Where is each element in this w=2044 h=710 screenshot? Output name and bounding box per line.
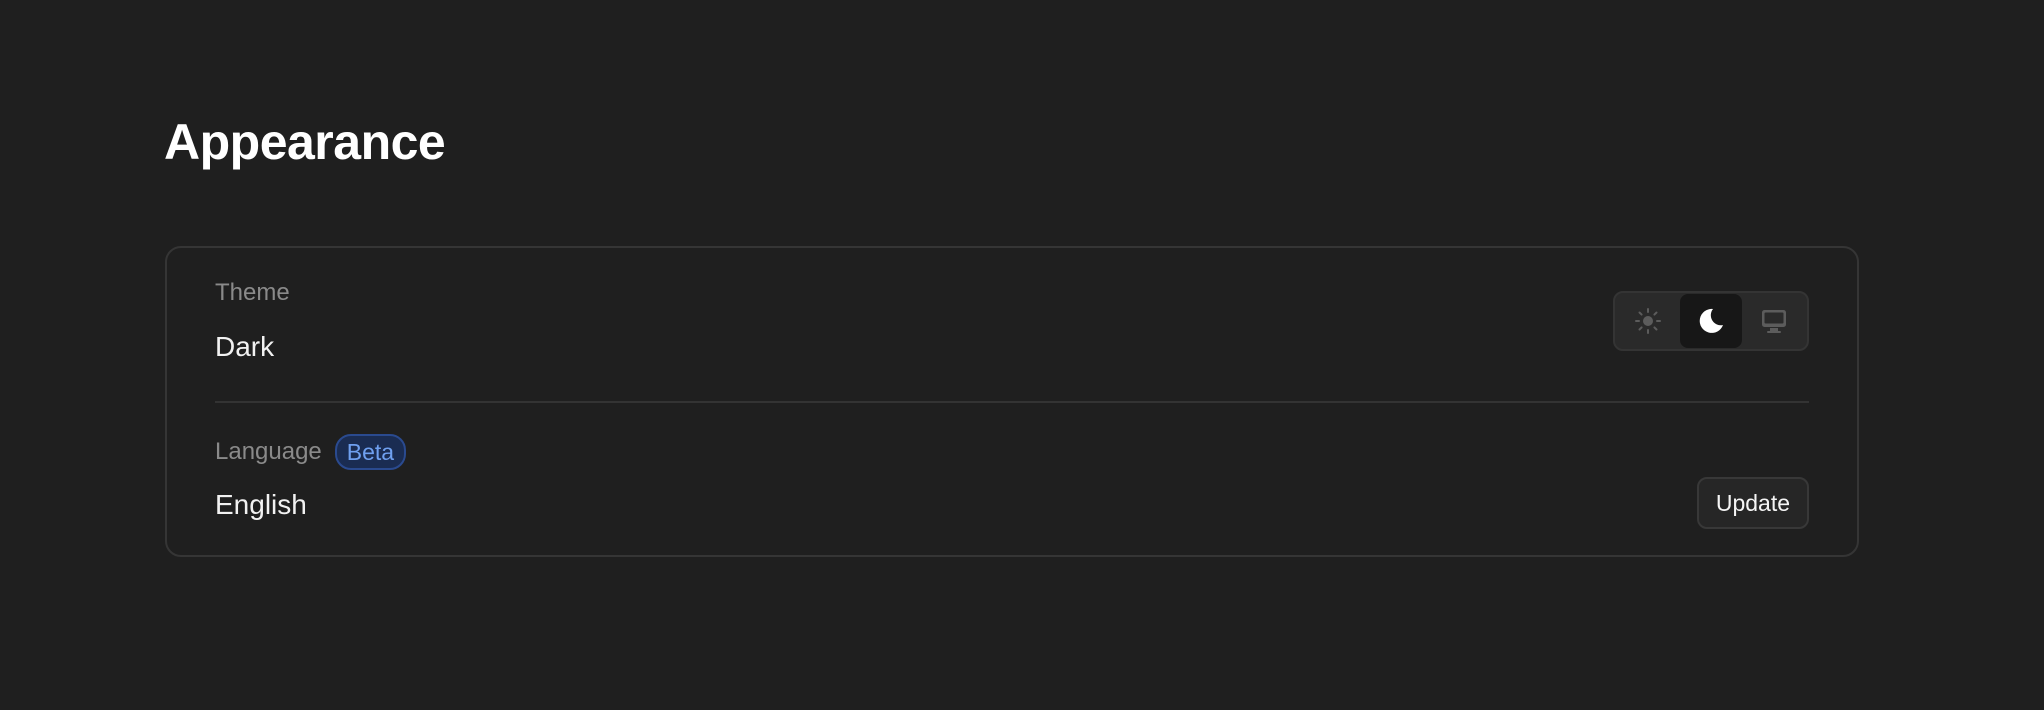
beta-badge: Beta: [334, 434, 407, 470]
language-label: Language: [215, 438, 322, 465]
theme-option-system[interactable]: [1742, 294, 1805, 348]
theme-option-dark[interactable]: [1679, 294, 1743, 348]
update-button[interactable]: Update: [1696, 477, 1809, 529]
appearance-page: Appearance Theme Dark Language Beta Engl…: [0, 0, 2044, 710]
theme-value: Dark: [215, 331, 275, 362]
theme-label: Theme: [215, 279, 290, 306]
sun-icon: [1634, 307, 1662, 335]
theme-row: Theme Dark: [215, 278, 1809, 398]
theme-switcher: [1613, 291, 1809, 351]
divider: [215, 401, 1809, 403]
moon-icon: [1696, 306, 1726, 336]
language-value: English: [215, 489, 307, 520]
theme-option-light[interactable]: [1617, 294, 1680, 348]
language-row: Language Beta English Update: [215, 434, 1809, 534]
language-label-group: Language Beta: [215, 434, 407, 470]
settings-card: Theme Dark Language Beta English Update: [165, 246, 1859, 557]
page-title: Appearance: [164, 114, 446, 170]
monitor-icon: [1760, 307, 1788, 335]
